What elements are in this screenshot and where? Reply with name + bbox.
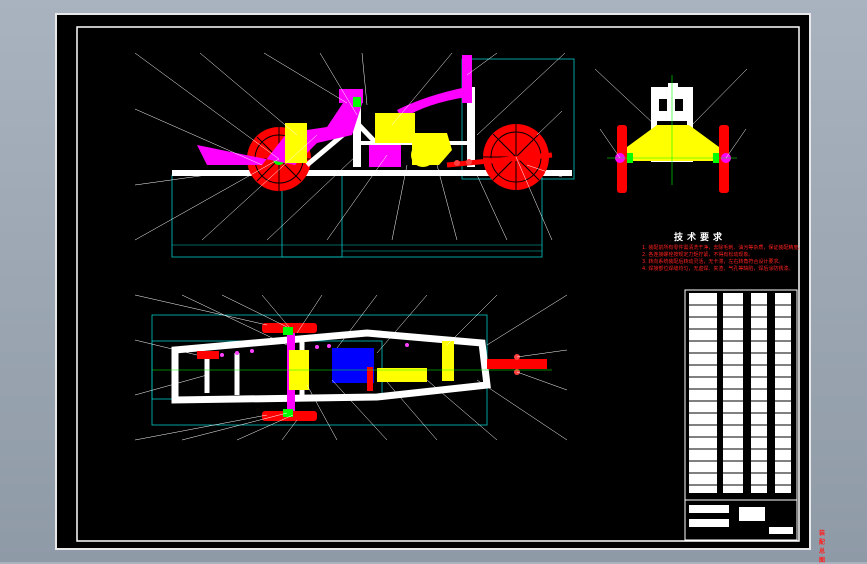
technical-requirements-title: 技术要求: [673, 233, 726, 243]
side-view: [134, 52, 575, 258]
title-block-label: 装配总图: [819, 530, 826, 564]
note-4: 4. 焊接部位焊缝均匀，无虚焊、夹渣、气孔等缺陷，焊后涂防锈漆。: [642, 266, 794, 272]
note-3: 3. 转向系统装配后转动灵活，无卡滞，左右转角符合设计要求。: [642, 259, 784, 265]
cad-drawing: [76, 26, 800, 542]
note-2: 2. 各连接螺栓按规定力矩拧紧，不得有松动现象。: [642, 252, 754, 258]
note-1: 1. 装配前所有零件需清洗干净，去除毛刺、油污等杂质，保证装配精度。: [642, 245, 804, 251]
drawing-sheet: 技术要求 1. 装配前所有零件需清洗干净，去除毛刺、油污等杂质，保证装配精度。 …: [55, 13, 825, 564]
end-view: [594, 68, 748, 193]
top-view: [134, 294, 568, 441]
title-block: [684, 289, 798, 541]
